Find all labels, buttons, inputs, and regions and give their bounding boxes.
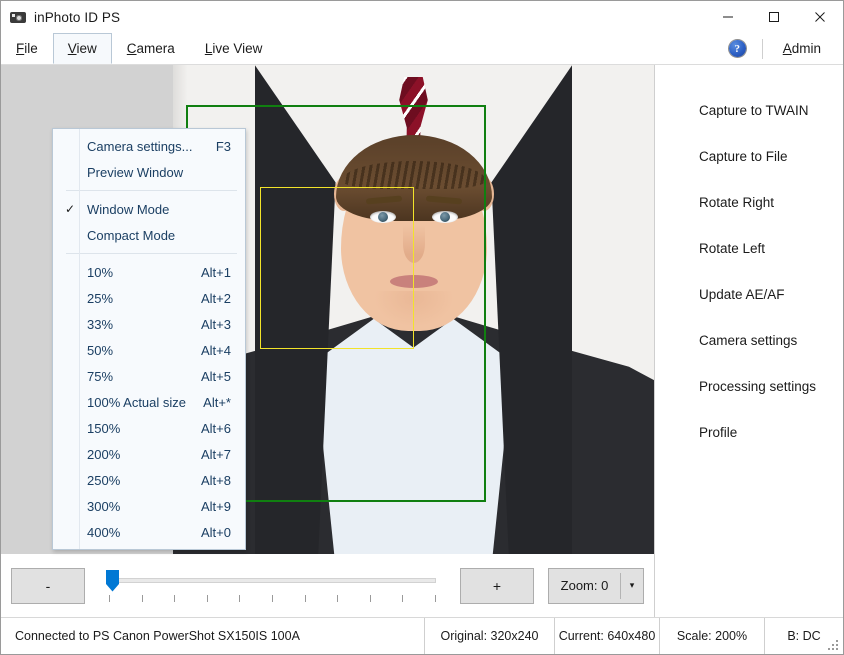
status-scale: Scale: 200% <box>660 618 765 654</box>
status-original-size: Original: 320x240 <box>425 618 555 654</box>
title-bar: inPhoto ID PS <box>1 1 843 33</box>
menu-item-zoom-150[interactable]: 150% Alt+6 <box>53 415 245 441</box>
zoom-slider-track[interactable] <box>109 577 436 583</box>
sidebar-item-profile[interactable]: Profile <box>655 409 843 455</box>
window-title: inPhoto ID PS <box>34 9 121 25</box>
menu-item-zoom-75[interactable]: 75% Alt+5 <box>53 363 245 389</box>
menu-item-zoom-200[interactable]: 200% Alt+7 <box>53 441 245 467</box>
zoom-in-button[interactable]: + <box>460 567 534 604</box>
menu-item-camera-settings[interactable]: Camera settings... F3 <box>53 133 245 159</box>
zoom-level-value: Zoom: 0 <box>560 578 609 593</box>
sidebar-item-rotate-left[interactable]: Rotate Left <box>655 225 843 271</box>
status-connection: Connected to PS Canon PowerShot SX150IS … <box>1 618 425 654</box>
sidebar-item-processing-settings[interactable]: Processing settings <box>655 363 843 409</box>
window-controls <box>705 1 843 33</box>
action-sidebar: Capture to TWAIN Capture to File Rotate … <box>655 65 843 617</box>
sidebar-item-capture-to-file[interactable]: Capture to File <box>655 133 843 179</box>
minimize-button[interactable] <box>705 1 751 33</box>
menu-item-zoom-300[interactable]: 300% Alt+9 <box>53 493 245 519</box>
menu-item-zoom-33[interactable]: 33% Alt+3 <box>53 311 245 337</box>
close-button[interactable] <box>797 1 843 33</box>
menu-item-zoom-400[interactable]: 400% Alt+0 <box>53 519 245 545</box>
status-bar: Connected to PS Canon PowerShot SX150IS … <box>1 617 843 654</box>
check-icon: ✓ <box>64 202 76 216</box>
maximize-button[interactable] <box>751 1 797 33</box>
menu-divider <box>761 38 763 59</box>
chevron-down-icon[interactable]: ▾ <box>621 580 643 591</box>
zoom-slider-ticks <box>109 594 436 602</box>
resize-grip-icon[interactable] <box>826 638 838 650</box>
menu-item-compact-mode[interactable]: Compact Mode <box>53 222 245 248</box>
menu-item-zoom-250[interactable]: 250% Alt+8 <box>53 467 245 493</box>
sidebar-item-update-ae-af[interactable]: Update AE/AF <box>655 271 843 317</box>
menu-camera[interactable]: Camera <box>112 33 190 64</box>
admin-button[interactable]: Admin <box>783 41 821 56</box>
zoom-slider-thumb[interactable] <box>106 569 119 592</box>
menu-file[interactable]: File <box>1 33 53 64</box>
camera-icon <box>10 9 26 25</box>
menu-item-zoom-50[interactable]: 50% Alt+4 <box>53 337 245 363</box>
menu-item-zoom-100-actual[interactable]: 100% Actual size Alt+* <box>53 389 245 415</box>
view-dropdown-menu[interactable]: Camera settings... F3 Preview Window ✓ W… <box>52 128 246 550</box>
menu-item-window-mode[interactable]: ✓ Window Mode <box>53 196 245 222</box>
menu-bar-right: ? Admin <box>728 33 843 64</box>
menu-item-zoom-10[interactable]: 10% Alt+1 <box>53 259 245 285</box>
main-body: - + Zoom: 0 ▾ Capture to TWAIN Capture t… <box>1 65 843 617</box>
menu-item-zoom-25[interactable]: 25% Alt+2 <box>53 285 245 311</box>
menu-separator <box>66 190 237 191</box>
menu-separator <box>66 253 237 254</box>
menu-item-preview-window[interactable]: Preview Window <box>53 159 245 185</box>
status-current-size: Current: 640x480 <box>555 618 660 654</box>
zoom-out-button[interactable]: - <box>11 567 85 604</box>
sidebar-item-capture-to-twain[interactable]: Capture to TWAIN <box>655 87 843 133</box>
zoom-level-dropdown[interactable]: Zoom: 0 ▾ <box>548 567 644 604</box>
menu-live-view[interactable]: Live View <box>190 33 278 64</box>
zoom-slider[interactable] <box>103 566 442 606</box>
sidebar-item-camera-settings[interactable]: Camera settings <box>655 317 843 363</box>
help-circle-icon[interactable]: ? <box>728 40 746 57</box>
sidebar-item-rotate-right[interactable]: Rotate Right <box>655 179 843 225</box>
menu-bar: File View Camera Live View ? Admin <box>1 33 843 65</box>
application-window: inPhoto ID PS File View Camera Live View… <box>0 0 844 655</box>
menu-view[interactable]: View <box>52 33 112 64</box>
zoom-control-bar: - + Zoom: 0 ▾ <box>1 554 654 617</box>
